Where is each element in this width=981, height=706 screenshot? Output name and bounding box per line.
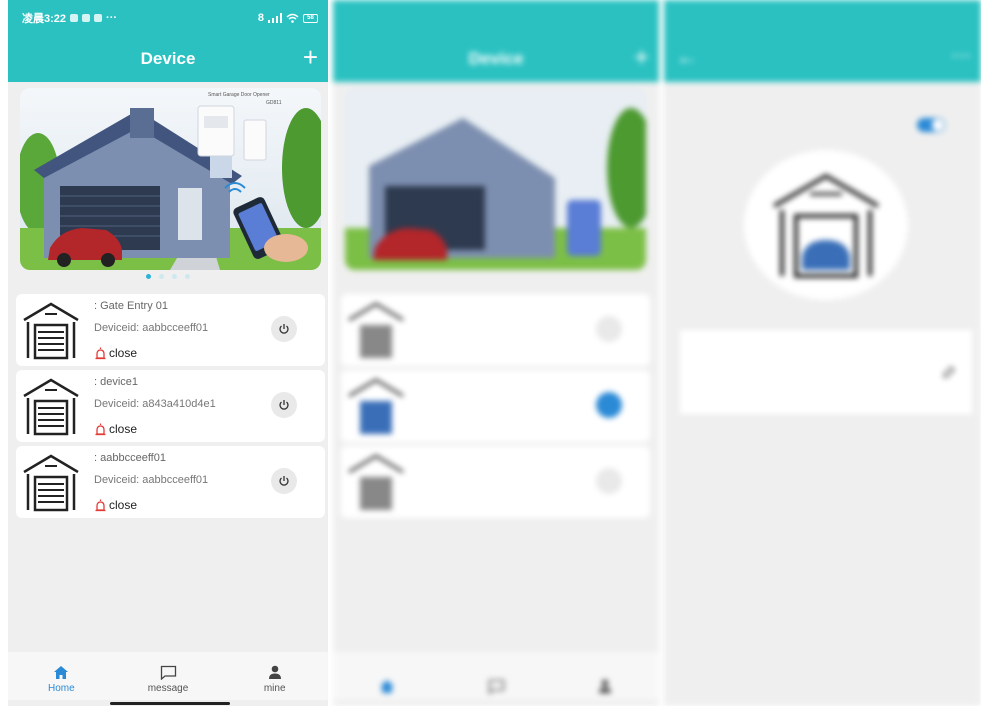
house-illustration	[345, 88, 646, 270]
tab-mine[interactable]	[550, 652, 659, 700]
garage-door-icon	[348, 454, 404, 510]
device-name: : device1	[94, 376, 139, 388]
status-bar: 凌晨3:22 ··· 8 58	[8, 0, 328, 36]
tab-mine[interactable]: mine	[221, 652, 328, 700]
carousel-dots	[8, 274, 328, 279]
garage-door-icon	[348, 302, 404, 358]
back-button[interactable]: ←	[676, 46, 698, 68]
tab-message[interactable]	[442, 652, 551, 700]
tab-home[interactable]: Home	[8, 652, 115, 700]
bottom-tab-bar	[333, 652, 659, 700]
stage: 凌晨3:22 ··· 8 58 Device + Smart Garage Do…	[0, 0, 981, 706]
home-indicator	[110, 702, 230, 705]
status-time: 凌晨3:22	[22, 13, 67, 25]
alarm-icon	[95, 347, 106, 359]
home-icon	[54, 666, 69, 679]
message-icon	[160, 665, 176, 680]
power-button[interactable]	[271, 392, 297, 418]
banner-model: GD811	[266, 100, 282, 106]
device-status-label: close	[109, 422, 138, 436]
status-bar	[333, 0, 659, 36]
tab-label: mine	[263, 683, 286, 694]
detail-panel[interactable]	[680, 330, 972, 414]
power-icon	[279, 324, 289, 334]
device-id: Deviceid: aabbcceeff01	[94, 322, 209, 334]
device-status: close	[94, 422, 137, 436]
network-label: 8	[257, 12, 264, 24]
device-status-label: close	[109, 346, 138, 360]
edit-icon[interactable]	[942, 365, 956, 379]
battery-icon: 58	[303, 13, 318, 23]
title-bar: Device +	[8, 36, 328, 82]
power-button[interactable]	[596, 392, 622, 418]
garage-door-icon	[23, 454, 79, 512]
carousel-dot[interactable]	[146, 274, 151, 279]
carousel-dot[interactable]	[172, 274, 177, 279]
alarm-icon	[95, 423, 106, 435]
house-illustration: Smart Garage Door Opener GD811	[20, 88, 321, 270]
signal-icon	[268, 13, 282, 23]
status-bar	[664, 0, 981, 36]
message-icon	[488, 679, 504, 694]
carousel-dot[interactable]	[159, 274, 164, 279]
device-name: : Gate Entry 01	[94, 300, 168, 312]
phone-device-detail-blurred: ← ⋯	[664, 0, 981, 706]
device-id: Deviceid: aabbcceeff01	[94, 474, 209, 486]
page-title: Device	[140, 49, 196, 68]
power-icon	[279, 400, 289, 410]
tab-home[interactable]	[333, 652, 442, 700]
power-button[interactable]	[596, 316, 622, 342]
power-button[interactable]	[271, 316, 297, 342]
garage-status-circle[interactable]	[744, 150, 908, 300]
title-bar: Device +	[333, 36, 659, 82]
status-more: ···	[106, 12, 118, 24]
device-status: close	[94, 498, 137, 512]
notification-icon	[94, 14, 103, 22]
device-status: close	[94, 346, 137, 360]
device-card[interactable]: : aabbcceeff01 Deviceid: aabbcceeff01 cl…	[16, 446, 325, 518]
wifi-icon	[286, 13, 299, 23]
tab-label: Home	[47, 683, 75, 694]
garage-door-icon	[23, 378, 79, 436]
toggle-switch[interactable]	[917, 118, 945, 132]
add-device-button[interactable]: +	[303, 44, 318, 70]
device-card[interactable]	[341, 446, 650, 518]
garage-door-icon	[23, 302, 79, 360]
phone-home-screen: 凌晨3:22 ··· 8 58 Device + Smart Garage Do…	[8, 0, 328, 706]
promo-banner[interactable]: Smart Garage Door Opener GD811	[20, 88, 321, 270]
power-button[interactable]	[596, 468, 622, 494]
device-card[interactable]	[341, 370, 650, 442]
device-card[interactable]: : device1 Deviceid: a843a410d4e1 close	[16, 370, 325, 442]
garage-car-icon	[773, 173, 879, 278]
alarm-icon	[95, 499, 106, 511]
device-card[interactable]: : Gate Entry 01 Deviceid: aabbcceeff01 c…	[16, 294, 325, 366]
tab-message[interactable]: message	[115, 652, 222, 700]
power-icon	[279, 476, 289, 486]
notification-icon	[70, 14, 79, 22]
notification-icon	[82, 14, 91, 22]
page-title: Device	[468, 49, 524, 68]
device-card[interactable]	[341, 294, 650, 366]
banner-brand: Smart Garage Door Opener	[208, 92, 270, 98]
promo-banner[interactable]	[345, 88, 646, 270]
device-status-label: close	[109, 498, 138, 512]
person-icon	[598, 679, 611, 693]
power-button[interactable]	[271, 468, 297, 494]
add-device-button[interactable]: +	[634, 44, 649, 70]
tab-label: message	[147, 683, 189, 694]
phone-home-screen-blurred: Device +	[333, 0, 659, 706]
home-icon	[380, 680, 395, 693]
garage-car-icon	[348, 378, 404, 434]
device-id: Deviceid: a843a410d4e1	[94, 398, 216, 410]
setting-row	[664, 118, 981, 132]
bottom-tab-bar: Home message mine	[8, 652, 328, 700]
carousel-dot[interactable]	[185, 274, 190, 279]
device-name: : aabbcceeff01	[94, 452, 166, 464]
person-icon	[268, 665, 281, 679]
more-button[interactable]: ⋯	[951, 46, 971, 66]
title-bar: ← ⋯	[664, 36, 981, 82]
